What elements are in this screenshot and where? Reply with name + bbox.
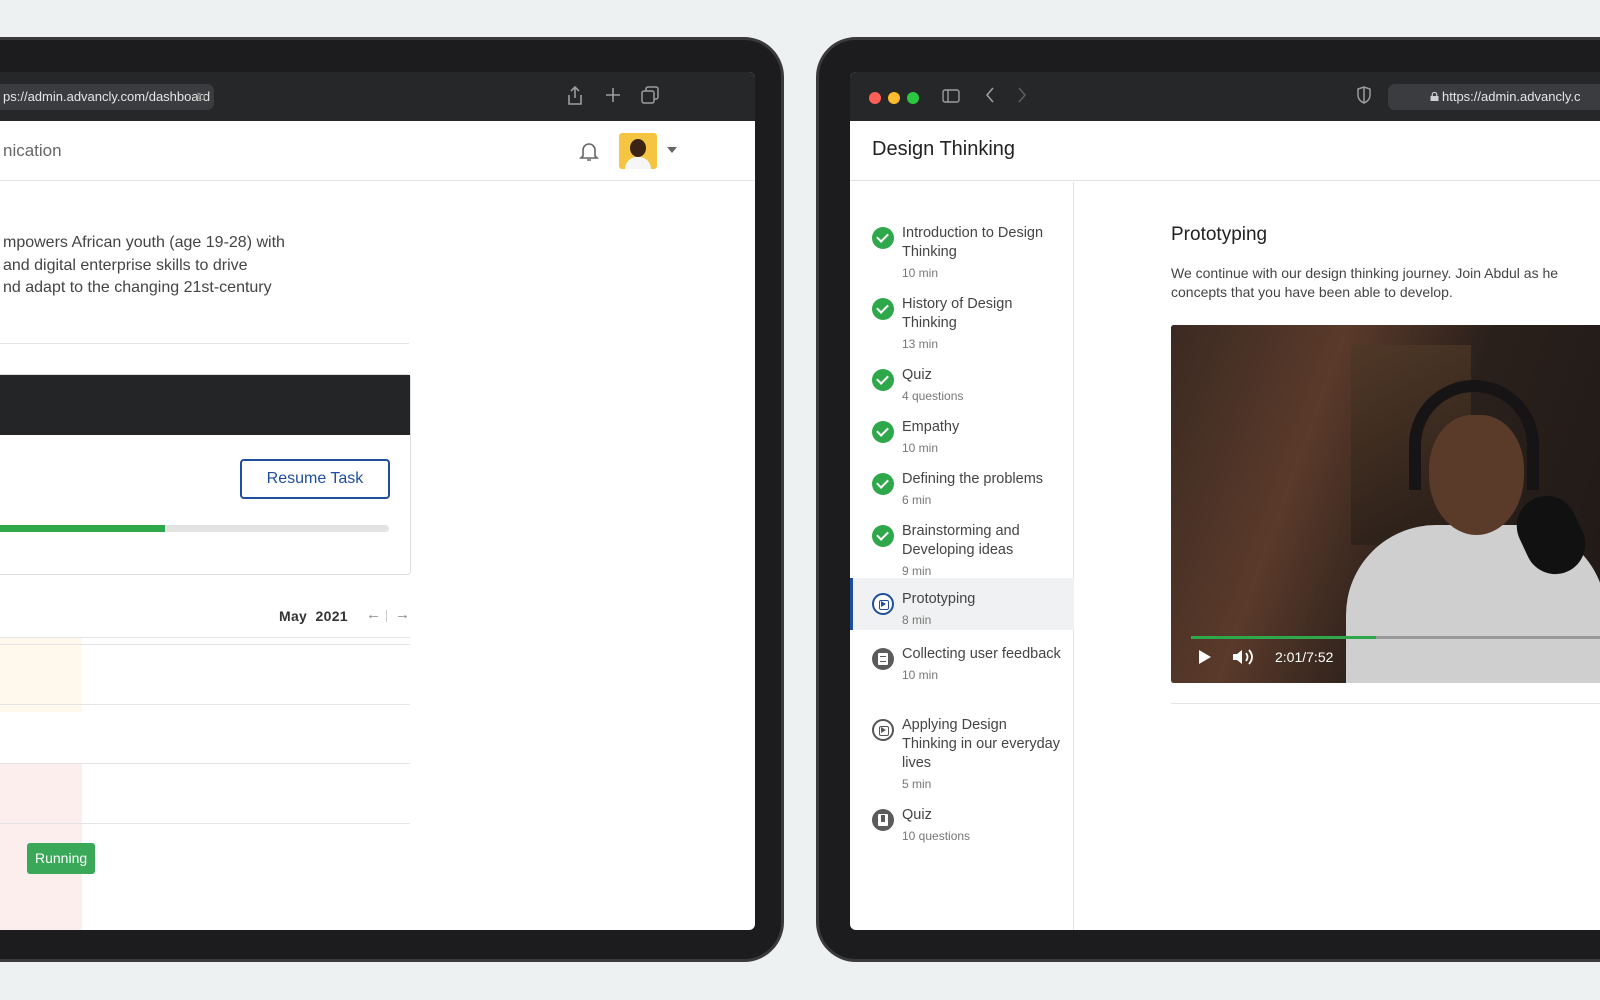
- reload-icon[interactable]: ↻: [196, 84, 206, 110]
- calendar-event[interactable]: [0, 638, 82, 712]
- zoom-window-icon[interactable]: [907, 92, 919, 104]
- lesson-meta: 8 min: [902, 613, 932, 627]
- lesson-meta: 4 questions: [902, 389, 964, 403]
- calendar-header: May 2021 ← →: [0, 602, 410, 632]
- video-progress-bar[interactable]: [1191, 636, 1600, 639]
- status-badge: Running: [27, 843, 96, 874]
- lesson-meta: 5 min: [902, 777, 932, 791]
- lesson-meta: 10 min: [902, 668, 939, 682]
- video-player[interactable]: 2:01/7:52: [1171, 325, 1600, 683]
- lesson-title: Introduction to Design Thinking 10 min: [902, 224, 1062, 283]
- lesson-title: Prototyping: [1171, 224, 1268, 245]
- right-tablet: https://admin.advancly.c Design Thinking…: [816, 37, 1600, 962]
- lock-icon: [1430, 92, 1439, 101]
- quiz-icon: [872, 809, 894, 831]
- task-card-header: [0, 375, 410, 435]
- sidebar-toggle-icon[interactable]: [940, 86, 962, 108]
- minimize-window-icon[interactable]: [888, 92, 900, 104]
- calendar-month: May 2021: [279, 608, 348, 624]
- lesson-meta: 6 min: [902, 493, 932, 507]
- lesson-title: Empathy 10 min: [902, 418, 1062, 458]
- lesson-title: Applying Design Thinking in our everyday…: [902, 716, 1062, 794]
- back-icon[interactable]: [979, 86, 1001, 108]
- program-description: mpowers African youth (age 19-28) with a…: [3, 232, 403, 300]
- lesson-title: Defining the problems 6 min: [902, 470, 1062, 510]
- page-title: Design Thinking: [872, 138, 1016, 160]
- lesson-title: Collecting user feedback 10 min: [902, 645, 1062, 685]
- calendar-row-divider: [0, 823, 410, 824]
- divider: [1171, 703, 1600, 704]
- resume-task-button[interactable]: Resume Task: [240, 459, 390, 499]
- lesson-meta: 13 min: [902, 337, 939, 351]
- arrow-right-icon[interactable]: →: [395, 606, 410, 623]
- chevron-down-icon[interactable]: [667, 147, 677, 153]
- lesson-list: Introduction to Design Thinking 10 min His…: [850, 182, 1074, 930]
- lesson-description: We continue with our design thinking jou…: [1171, 264, 1600, 302]
- address-bar-url: https://admin.advancly.c: [1442, 89, 1581, 104]
- check-circle-icon: [872, 473, 894, 495]
- calendar-row-divider: [0, 644, 410, 645]
- lesson-meta: 10 min: [902, 266, 939, 280]
- lesson-title: Quiz 4 questions: [902, 366, 1062, 406]
- divider: [0, 343, 409, 344]
- document-icon: [872, 648, 894, 670]
- address-bar[interactable]: https://admin.advancly.c: [1388, 84, 1600, 110]
- description-line: nd adapt to the changing 21st-century: [3, 279, 272, 296]
- play-circle-icon: [872, 593, 894, 615]
- address-bar-url: ps://admin.advancly.com/dashboard: [3, 89, 211, 104]
- task-progress-bar: [0, 525, 389, 532]
- task-card: Resume Task: [0, 374, 411, 575]
- check-circle-icon: [872, 227, 894, 249]
- arrow-left-icon[interactable]: ←: [366, 606, 381, 623]
- lesson-meta: 10 min: [902, 441, 939, 455]
- new-tab-icon[interactable]: [602, 86, 624, 108]
- description-line: mpowers African youth (age 19-28) with: [3, 234, 285, 251]
- lesson-title: History of Design Thinking 13 min: [902, 295, 1062, 354]
- browser-toolbar: https://admin.advancly.c: [850, 72, 1600, 121]
- shield-icon[interactable]: [1353, 86, 1375, 108]
- lesson-item[interactable]: Prototyping 8 min: [850, 578, 1074, 630]
- left-tablet: ps://admin.advancly.com/dashboard ↻ nica…: [0, 37, 784, 962]
- address-bar[interactable]: ps://admin.advancly.com/dashboard ↻: [0, 84, 214, 110]
- description-line: concepts that you have been able to deve…: [1171, 284, 1453, 300]
- check-circle-icon: [872, 421, 894, 443]
- forward-icon[interactable]: [1011, 86, 1033, 108]
- tabs-overview-icon[interactable]: [639, 86, 661, 108]
- app-header: nication: [0, 121, 755, 181]
- lesson-title: Brainstorming and Developing ideas 9 min: [902, 522, 1062, 581]
- video-time: 2:01/7:52: [1275, 649, 1334, 665]
- avatar[interactable]: [619, 133, 657, 169]
- check-circle-icon: [872, 369, 894, 391]
- check-circle-icon: [872, 298, 894, 320]
- close-window-icon[interactable]: [869, 92, 881, 104]
- check-circle-icon: [872, 525, 894, 547]
- right-browser-screen: https://admin.advancly.c Design Thinking…: [850, 72, 1600, 930]
- lesson-title: Quiz 10 questions: [902, 806, 1062, 846]
- lesson-meta: 10 questions: [902, 829, 971, 843]
- description-line: We continue with our design thinking jou…: [1171, 265, 1559, 281]
- calendar-row-divider: [0, 704, 410, 705]
- play-circle-icon: [872, 719, 894, 741]
- window-controls: [869, 91, 926, 109]
- browser-toolbar: ps://admin.advancly.com/dashboard ↻: [0, 72, 755, 121]
- volume-icon[interactable]: [1231, 647, 1255, 667]
- left-browser-screen: ps://admin.advancly.com/dashboard ↻ nica…: [0, 72, 755, 930]
- description-line: and digital enterprise skills to drive: [3, 256, 248, 274]
- play-icon[interactable]: [1199, 650, 1211, 664]
- share-icon[interactable]: [564, 85, 586, 108]
- lesson-title: Prototyping 8 min: [902, 590, 1062, 630]
- course-header: Design Thinking: [850, 121, 1600, 181]
- header-title: nication: [3, 141, 62, 160]
- bell-icon[interactable]: [577, 139, 601, 163]
